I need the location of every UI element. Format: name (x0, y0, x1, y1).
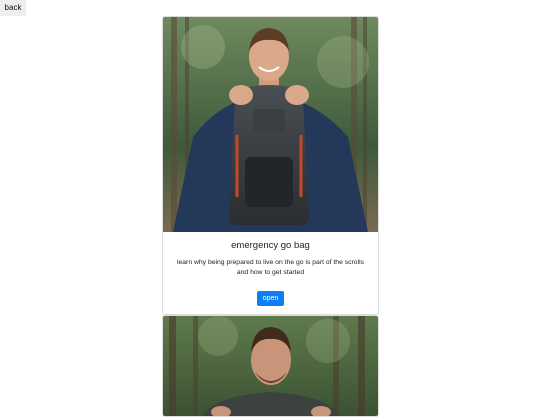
article-card: emergency go bag learn why being prepare… (162, 16, 379, 315)
card-body: emergency go bag learn why being prepare… (163, 232, 378, 314)
open-button[interactable]: open (256, 291, 285, 306)
card-feed: emergency go bag learn why being prepare… (162, 16, 379, 417)
card-image (163, 316, 378, 416)
article-card (162, 315, 379, 417)
back-button[interactable]: back (0, 0, 26, 16)
card-title: emergency go bag (231, 240, 310, 251)
card-image (163, 17, 378, 232)
card-description: learn why being prepared to live on the … (176, 259, 365, 276)
